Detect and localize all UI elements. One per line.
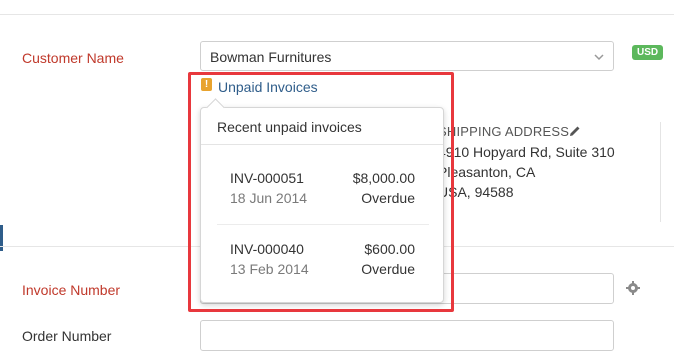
- top-band: [0, 0, 674, 15]
- customer-select[interactable]: Bowman Furnitures: [200, 41, 614, 71]
- pencil-icon[interactable]: [569, 124, 581, 136]
- customer-name-label: Customer Name: [22, 50, 124, 66]
- order-number-input[interactable]: [200, 320, 614, 351]
- highlight-box: [188, 72, 454, 312]
- section-accent: [0, 225, 3, 251]
- chevron-down-icon[interactable]: [593, 50, 605, 62]
- invoice-number-label: Invoice Number: [22, 282, 121, 298]
- address-divider: [660, 122, 661, 222]
- customer-select-value: Bowman Furnitures: [210, 49, 332, 65]
- shipping-address-line: 4910 Hopyard Rd, Suite 310: [438, 144, 615, 160]
- shipping-address-title: SHIPPING ADDRESS: [438, 124, 570, 139]
- currency-badge: USD: [632, 45, 664, 60]
- order-number-label: Order Number: [22, 328, 112, 344]
- gear-icon[interactable]: [625, 280, 641, 296]
